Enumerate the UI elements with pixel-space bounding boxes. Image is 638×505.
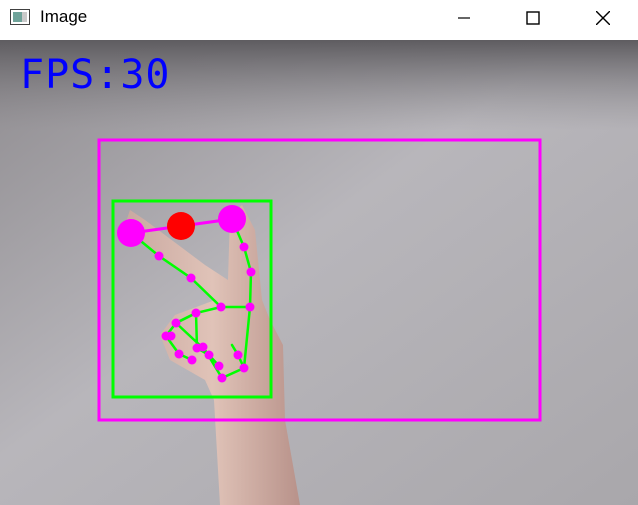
maximize-icon (526, 11, 540, 25)
minimize-button[interactable] (441, 0, 487, 36)
camera-frame: FPS:30 (0, 40, 638, 505)
fingertip-midpoint-marker (167, 212, 195, 240)
camera-feed: FPS:30 (0, 40, 638, 505)
image-window-icon (10, 9, 30, 25)
fps-counter: FPS:30 (20, 52, 171, 98)
middle-fingertip-marker (218, 205, 246, 233)
minimize-icon (458, 17, 470, 19)
image-window: Image FPS:30 (0, 0, 638, 505)
maximize-button[interactable] (510, 0, 556, 36)
index-fingertip-marker (117, 219, 145, 247)
title-bar[interactable]: Image (0, 0, 638, 36)
window-title: Image (40, 7, 88, 26)
close-icon (596, 11, 610, 25)
close-button[interactable] (580, 0, 626, 36)
